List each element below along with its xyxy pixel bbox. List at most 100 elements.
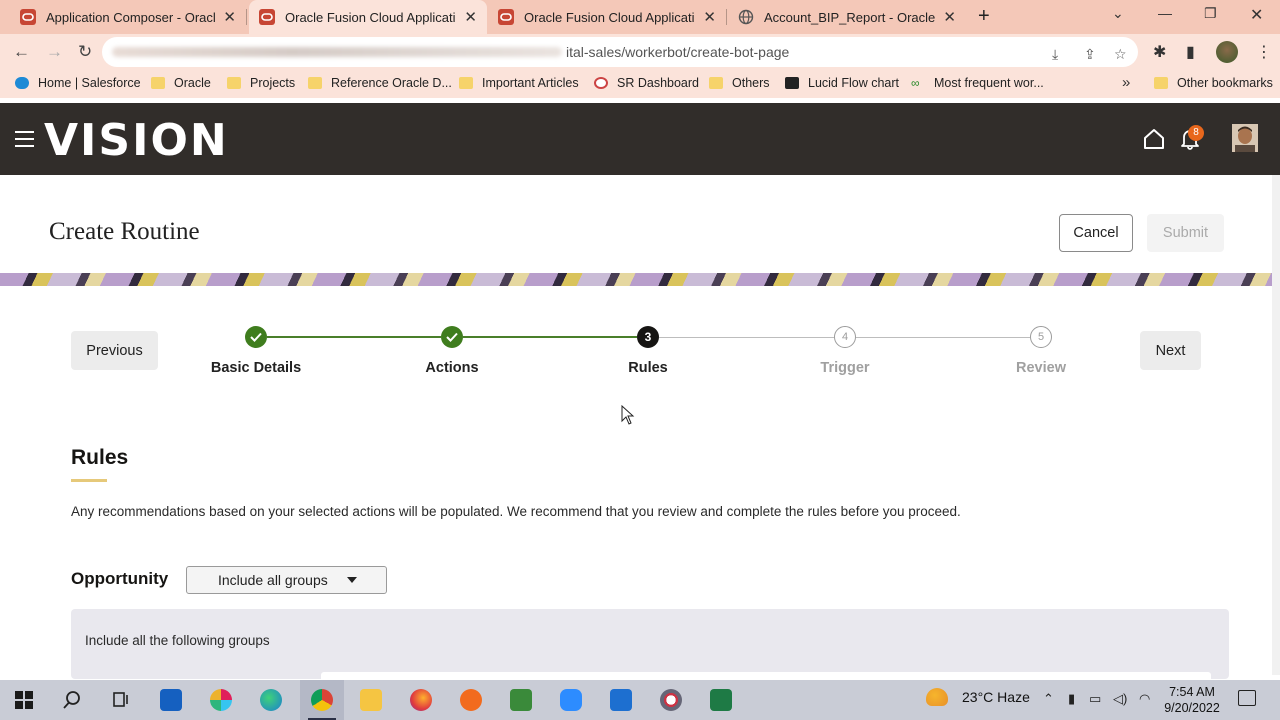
edge-icon[interactable]: [260, 689, 282, 711]
chrome-icon[interactable]: [311, 689, 333, 711]
snipping-tool-icon[interactable]: [660, 689, 682, 711]
step-actions-marker[interactable]: [441, 326, 463, 348]
tab-search-chevron-icon[interactable]: ⌄: [1112, 5, 1124, 22]
browser-tab-account-bip-report[interactable]: Account_BIP_Report - Oracle Analytics ✕: [728, 0, 966, 34]
select-value: Include all groups: [218, 572, 328, 588]
browser-menu-icon[interactable]: ⋮: [1256, 42, 1272, 62]
bookmark-reference-oracle[interactable]: Reference Oracle D...: [308, 76, 452, 90]
close-window-icon[interactable]: ✕: [1250, 5, 1263, 25]
step-trigger-marker[interactable]: 4: [834, 326, 856, 348]
step-actions-label[interactable]: Actions: [372, 360, 532, 376]
new-tab-icon[interactable]: +: [978, 5, 990, 28]
folder-icon: [227, 77, 241, 89]
cancel-button[interactable]: Cancel: [1059, 214, 1133, 252]
browser-tab-oracle-fusion-active[interactable]: Oracle Fusion Cloud Applications ✕: [249, 0, 487, 34]
install-app-icon[interactable]: ⤓: [1052, 46, 1058, 63]
bookmark-oracle[interactable]: Oracle: [151, 76, 211, 90]
page-scrollbar[interactable]: [1272, 175, 1280, 675]
step-trigger-label[interactable]: Trigger: [765, 360, 925, 376]
sr-dashboard-icon: [594, 77, 608, 89]
submit-button[interactable]: Submit: [1147, 214, 1224, 252]
address-bar[interactable]: ital-sales/workerbot/create-bot-page ⤓ ⇪…: [102, 37, 1138, 67]
weather-haze-icon: [926, 688, 948, 706]
menu-bar: [15, 145, 34, 147]
weather-text: 23°C Haze: [962, 689, 1030, 705]
bookmark-label: Other bookmarks: [1177, 76, 1273, 90]
menu-bar: [15, 138, 34, 140]
folder-icon: [151, 77, 165, 89]
zoom-icon[interactable]: [560, 689, 582, 711]
browser-tab-strip: Application Composer - Oracle Fusion ✕ O…: [0, 0, 1280, 34]
bookmark-other-bookmarks[interactable]: Other bookmarks: [1154, 76, 1273, 90]
file-explorer-icon[interactable]: [360, 689, 382, 711]
hamburger-menu-icon[interactable]: [15, 130, 35, 148]
search-icon[interactable]: [62, 690, 82, 710]
bookmark-important-articles[interactable]: Important Articles: [459, 76, 579, 90]
bookmark-most-frequent[interactable]: ∞ Most frequent wor...: [911, 76, 1044, 90]
step-review-label[interactable]: Review: [961, 360, 1121, 376]
tab-separator: [726, 9, 727, 25]
step-basic-details-label[interactable]: Basic Details: [176, 360, 336, 376]
previous-button[interactable]: Previous: [71, 331, 158, 370]
minimize-window-icon[interactable]: —: [1158, 5, 1172, 21]
home-icon[interactable]: [1142, 127, 1166, 151]
bookmark-lucid-flow-chart[interactable]: Lucid Flow chart: [785, 76, 899, 90]
close-tab-icon[interactable]: ✕: [943, 8, 956, 26]
tab-title: Oracle Fusion Cloud Applications: [285, 9, 456, 25]
opportunity-label: Opportunity: [71, 569, 169, 588]
mouse-cursor-icon: [621, 405, 635, 425]
side-panel-icon[interactable]: ▮: [1186, 42, 1195, 62]
vision-logo[interactable]: VISION: [44, 115, 229, 166]
task-view-icon[interactable]: [110, 690, 130, 710]
browser-tab-oracle-fusion[interactable]: Oracle Fusion Cloud Applications ✕: [488, 0, 727, 34]
microphone-icon[interactable]: ▮: [1068, 691, 1075, 707]
close-tab-icon[interactable]: ✕: [703, 8, 716, 26]
bookmark-others[interactable]: Others: [709, 76, 770, 90]
group-condition-select[interactable]: Include all groups: [186, 566, 387, 594]
step-review-marker[interactable]: 5: [1030, 326, 1052, 348]
back-arrow-icon[interactable]: ←: [13, 42, 30, 62]
user-avatar[interactable]: [1232, 124, 1258, 152]
next-button[interactable]: Next: [1140, 331, 1201, 370]
windows-start-icon[interactable]: [15, 691, 33, 709]
show-hidden-icons-chevron-icon[interactable]: ⌃: [1043, 691, 1054, 707]
forward-arrow-icon[interactable]: →: [46, 42, 63, 62]
reload-icon[interactable]: ↻: [78, 42, 92, 62]
profile-avatar[interactable]: [1216, 41, 1238, 63]
bookmark-projects[interactable]: Projects: [227, 76, 295, 90]
group-card-top-edge: [321, 672, 1211, 679]
oracle-favicon-icon: [20, 9, 36, 25]
more-bookmarks-chevron-icon[interactable]: »: [1122, 74, 1130, 91]
train-connector: [659, 337, 834, 338]
sql-developer-icon[interactable]: [610, 689, 632, 711]
url-text: ital-sales/workerbot/create-bot-page: [566, 44, 790, 60]
step-rules-marker[interactable]: 3: [637, 326, 659, 348]
bookmark-sr-dashboard[interactable]: SR Dashboard: [594, 76, 699, 90]
slack-icon[interactable]: [210, 689, 232, 711]
close-tab-icon[interactable]: ✕: [464, 8, 477, 26]
volume-icon[interactable]: ◁): [1113, 691, 1127, 707]
battery-icon[interactable]: ▭: [1089, 691, 1101, 707]
outlook-icon[interactable]: [160, 689, 182, 711]
wifi-icon[interactable]: ◠: [1139, 691, 1150, 707]
step-rules-label[interactable]: Rules: [568, 360, 728, 376]
bookmark-home-salesforce[interactable]: Home | Salesforce: [15, 76, 141, 90]
extensions-puzzle-icon[interactable]: ✱: [1153, 42, 1166, 62]
weather-widget[interactable]: 23°C Haze: [926, 688, 1030, 706]
decorative-banner: [0, 273, 1272, 286]
train-connector: [856, 337, 1030, 338]
browser-tab-application-composer[interactable]: Application Composer - Oracle Fusion ✕: [10, 0, 247, 34]
step-basic-details-marker[interactable]: [245, 326, 267, 348]
system-clock[interactable]: 7:54 AM 9/20/2022: [1160, 684, 1224, 716]
notification-center-icon[interactable]: [1238, 690, 1256, 706]
notepad-icon[interactable]: [510, 689, 532, 711]
restore-window-icon[interactable]: ❐: [1204, 5, 1217, 22]
close-tab-icon[interactable]: ✕: [223, 8, 236, 26]
share-icon[interactable]: ⇪: [1084, 46, 1096, 63]
firefox-icon[interactable]: [410, 689, 432, 711]
group-panel-text: Include all the following groups: [85, 633, 270, 648]
excel-icon[interactable]: [710, 689, 732, 711]
bookmark-star-icon[interactable]: ☆: [1114, 46, 1127, 63]
bookmark-label: Others: [732, 76, 770, 90]
postman-icon[interactable]: [460, 689, 482, 711]
